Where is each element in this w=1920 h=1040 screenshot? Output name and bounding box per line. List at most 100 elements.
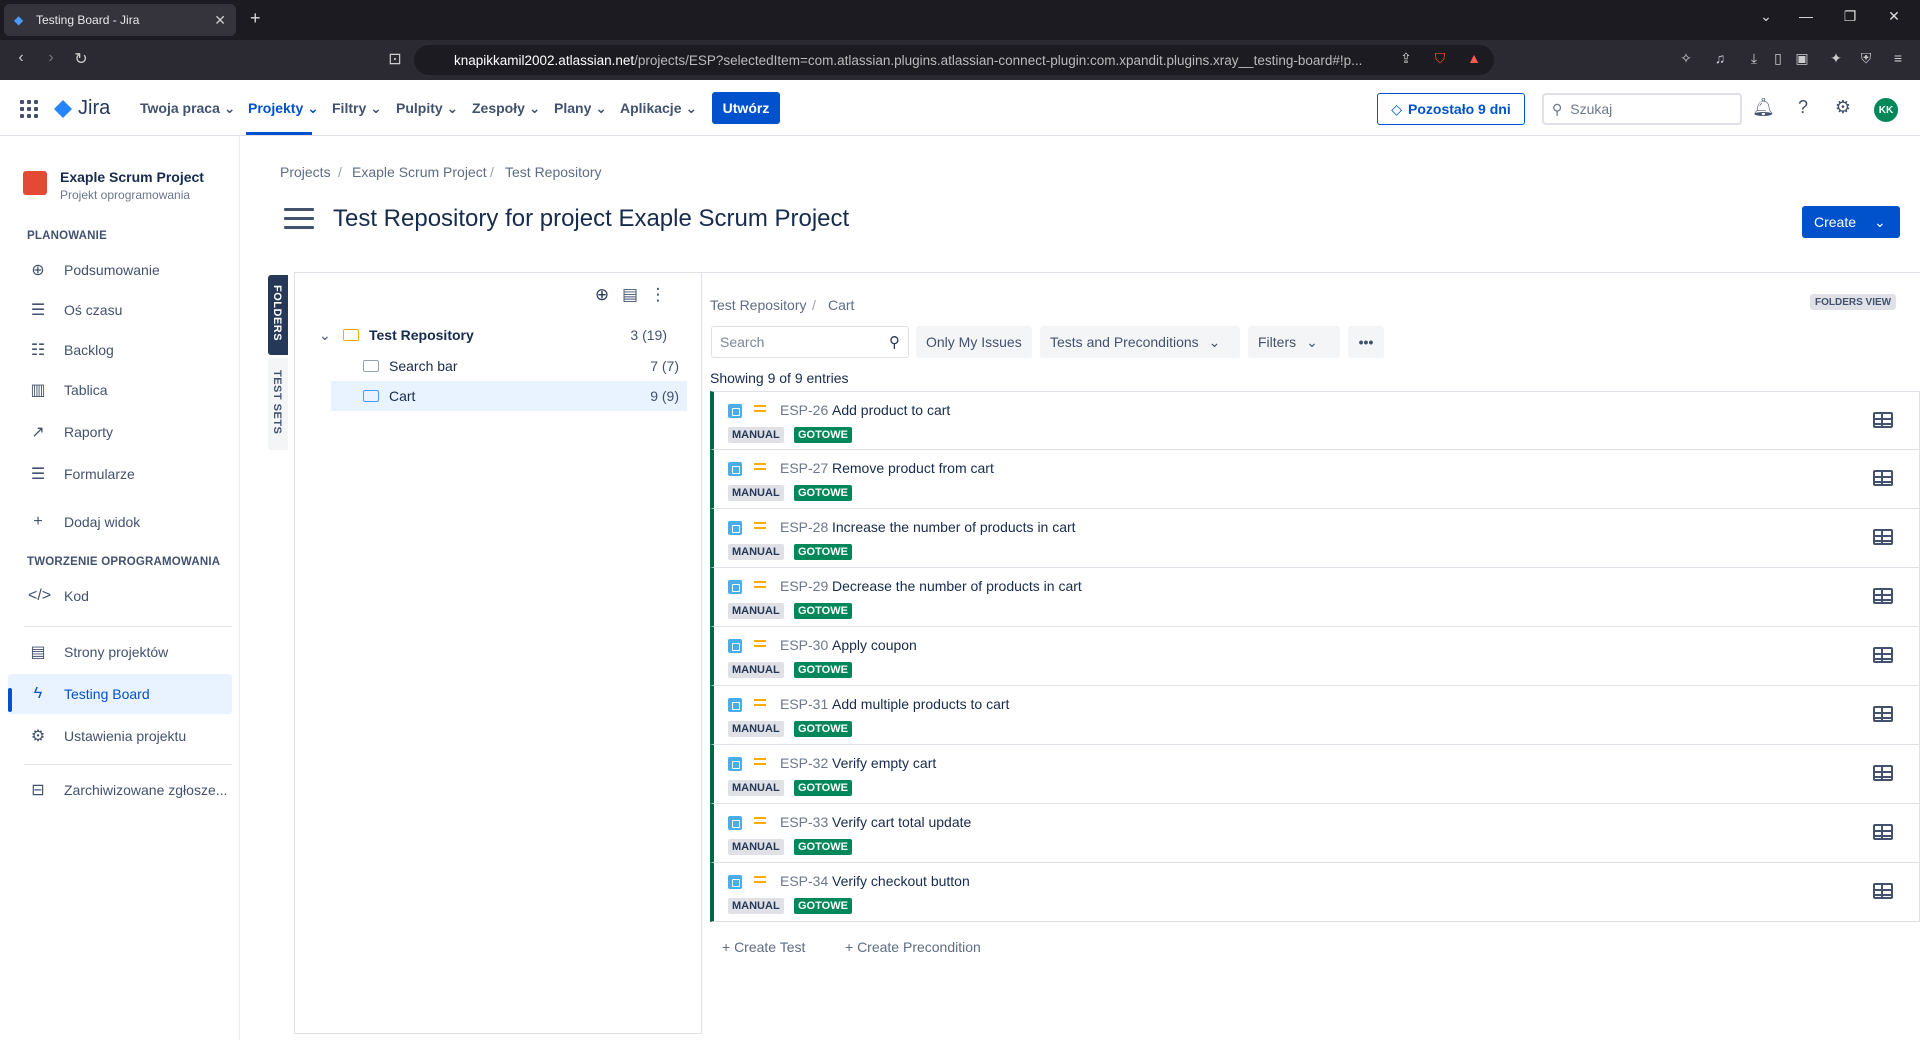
panel-breadcrumb-root[interactable]: Test Repository	[710, 297, 806, 313]
breadcrumb-project[interactable]: Exaple Scrum Project	[352, 164, 487, 180]
close-window-icon[interactable]: ✕	[1882, 8, 1906, 25]
issue-summary[interactable]: Increase the number of products in cart	[832, 519, 1076, 535]
sidebar-item-forms[interactable]: ☰ Formularze	[8, 454, 232, 494]
restore-icon[interactable]: ❐	[1838, 8, 1862, 25]
issue-summary[interactable]: Verify cart total update	[832, 814, 971, 830]
table-view-icon[interactable]	[1873, 706, 1893, 722]
issue-key[interactable]: ESP-34	[780, 873, 828, 889]
search-input[interactable]: ⚲ Szukaj	[1542, 93, 1742, 125]
issues-search-input[interactable]: Search ⚲	[711, 326, 909, 358]
menu-teams[interactable]: Zespoły ⌄	[472, 100, 541, 117]
issue-row[interactable]: ESP-27 Remove product from cart MANUAL GOTO…	[710, 450, 1920, 509]
copy-icon[interactable]: ▤	[619, 285, 641, 307]
sidebar-item-summary[interactable]: ⊕ Podsumowanie	[8, 250, 232, 290]
help-icon[interactable]: ?	[1792, 97, 1814, 119]
menu-icon[interactable]: ≡	[1888, 50, 1908, 70]
issue-key[interactable]: ESP-29	[780, 578, 828, 594]
issue-row[interactable]: ESP-28 Increase the number of products in…	[710, 509, 1920, 568]
menu-dashboards[interactable]: Pulpity ⌄	[396, 100, 458, 117]
issue-row[interactable]: ESP-32 Verify empty cart MANUAL GOTOWE	[710, 745, 1920, 804]
settings-gear-icon[interactable]: ⚙	[1832, 97, 1854, 119]
back-icon[interactable]: ‹	[10, 49, 32, 67]
wallet-icon[interactable]: ▣	[1792, 50, 1812, 70]
sidebar-item-reports[interactable]: ↗ Raporty	[8, 412, 232, 452]
folders-view-badge[interactable]: FOLDERS VIEW	[1810, 294, 1897, 310]
bookmark-icon[interactable]: ⊡	[384, 49, 406, 69]
issue-summary[interactable]: Verify empty cart	[832, 755, 936, 771]
vpn-icon[interactable]: ⛨	[1856, 50, 1876, 70]
table-view-icon[interactable]	[1873, 412, 1893, 428]
sidebar-item-testing-board[interactable]: ϟ Testing Board	[8, 674, 232, 714]
issue-row[interactable]: ESP-31 Add multiple products to cart MANUA…	[710, 686, 1920, 745]
table-view-icon[interactable]	[1873, 883, 1893, 899]
sidebar-item-code[interactable]: </> Kod	[8, 576, 232, 616]
add-folder-icon[interactable]: ⊕	[591, 285, 613, 307]
jira-logo[interactable]: Jira	[52, 97, 110, 120]
issue-type-dropdown[interactable]: Tests and Preconditions ⌄	[1040, 326, 1240, 358]
sidebar-item-project-settings[interactable]: ⚙ Ustawienia projektu	[8, 716, 232, 756]
table-view-icon[interactable]	[1873, 647, 1893, 663]
issue-key[interactable]: ESP-30	[780, 637, 828, 653]
issue-key[interactable]: ESP-27	[780, 460, 828, 476]
trial-button[interactable]: ◇ Pozostało 9 dni	[1377, 93, 1525, 125]
chevron-down-icon[interactable]: ⌄	[319, 327, 335, 344]
browser-tab[interactable]: ◆ Testing Board - Jira ✕	[4, 4, 236, 36]
download-icon[interactable]: ⤓	[1744, 50, 1764, 70]
create-dropdown-button[interactable]: Create ⌄	[1802, 206, 1900, 238]
more-actions-icon[interactable]: •••	[1348, 326, 1384, 358]
tab-folders[interactable]: FOLDERS	[268, 275, 288, 355]
avatar[interactable]: KK	[1874, 98, 1898, 122]
filters-dropdown[interactable]: Filters ⌄	[1248, 326, 1340, 358]
media-icon[interactable]: ♫	[1710, 50, 1730, 70]
sidebar-item-project-pages[interactable]: ▤ Strony projektów	[8, 632, 232, 672]
issue-key[interactable]: ESP-33	[780, 814, 828, 830]
address-bar[interactable]: knapikkamil2002.atlassian.net/projects/E…	[414, 45, 1494, 75]
sidebar-item-backlog[interactable]: ☷ Backlog	[8, 330, 232, 370]
tree-node-cart[interactable]: Cart 9 (9)	[331, 381, 687, 411]
issue-row[interactable]: ESP-33 Verify cart total update MANUAL GOTO…	[710, 804, 1920, 863]
create-precondition-link[interactable]: + Create Precondition	[845, 939, 981, 955]
tab-test-sets[interactable]: TEST SETS	[268, 358, 288, 450]
sidebar-item-board[interactable]: ▥ Tablica	[8, 370, 232, 410]
more-vertical-icon[interactable]: ⋮	[647, 285, 669, 307]
issue-key[interactable]: ESP-32	[780, 755, 828, 771]
tab-list-chevron-icon[interactable]: ⌄	[1754, 8, 1778, 25]
issue-summary[interactable]: Decrease the number of products in cart	[832, 578, 1082, 594]
issue-key[interactable]: ESP-26	[780, 402, 828, 418]
app-switcher-icon[interactable]	[20, 100, 38, 118]
issue-row[interactable]: ESP-29 Decrease the number of products in…	[710, 568, 1920, 627]
issue-summary[interactable]: Add product to cart	[832, 402, 950, 418]
project-name[interactable]: Exaple Scrum Project	[60, 169, 204, 185]
share-icon[interactable]: ⇪	[1396, 50, 1416, 70]
table-view-icon[interactable]	[1873, 470, 1893, 486]
extensions-icon[interactable]: ✧	[1676, 50, 1696, 70]
issue-key[interactable]: ESP-28	[780, 519, 828, 535]
hamburger-menu-icon[interactable]	[284, 208, 314, 235]
sidebar-item-add-view[interactable]: + Dodaj widok	[8, 502, 232, 542]
create-test-link[interactable]: + Create Test	[722, 939, 805, 955]
panel-breadcrumb-leaf[interactable]: Cart	[828, 297, 854, 313]
breadcrumb-current[interactable]: Test Repository	[505, 164, 601, 180]
issue-summary[interactable]: Apply coupon	[832, 637, 917, 653]
only-my-issues-button[interactable]: Only My Issues	[916, 326, 1032, 358]
menu-filters[interactable]: Filtry ⌄	[332, 100, 382, 117]
table-view-icon[interactable]	[1873, 588, 1893, 604]
issue-summary[interactable]: Add multiple products to cart	[832, 696, 1009, 712]
brave-shield-icon[interactable]: ⛉	[1430, 50, 1450, 70]
breadcrumb-projects[interactable]: Projects	[280, 164, 331, 180]
close-tab-icon[interactable]: ✕	[214, 12, 226, 29]
create-button[interactable]: Utwórz	[712, 92, 780, 124]
minimize-icon[interactable]: —	[1794, 8, 1818, 24]
table-view-icon[interactable]	[1873, 824, 1893, 840]
new-tab-icon[interactable]: +	[250, 8, 261, 29]
brave-rewards-icon[interactable]: ▲	[1464, 50, 1484, 70]
forward-icon[interactable]: ›	[40, 49, 62, 67]
reload-icon[interactable]: ↻	[70, 49, 92, 69]
tree-node-test-repository[interactable]: ⌄ Test Repository 3 (19)	[319, 320, 675, 350]
issue-row[interactable]: ESP-34 Verify checkout button MANUAL GOTOWE	[710, 863, 1920, 922]
menu-your-work[interactable]: Twoja praca ⌄	[140, 100, 236, 117]
sidebar-item-timeline[interactable]: ☰ Oś czasu	[8, 290, 232, 330]
sidebar-toggle-icon[interactable]: ▯	[1768, 50, 1788, 70]
menu-projects[interactable]: Projekty ⌄	[248, 100, 319, 117]
tree-node-search-bar[interactable]: Search bar 7 (7)	[331, 351, 687, 381]
